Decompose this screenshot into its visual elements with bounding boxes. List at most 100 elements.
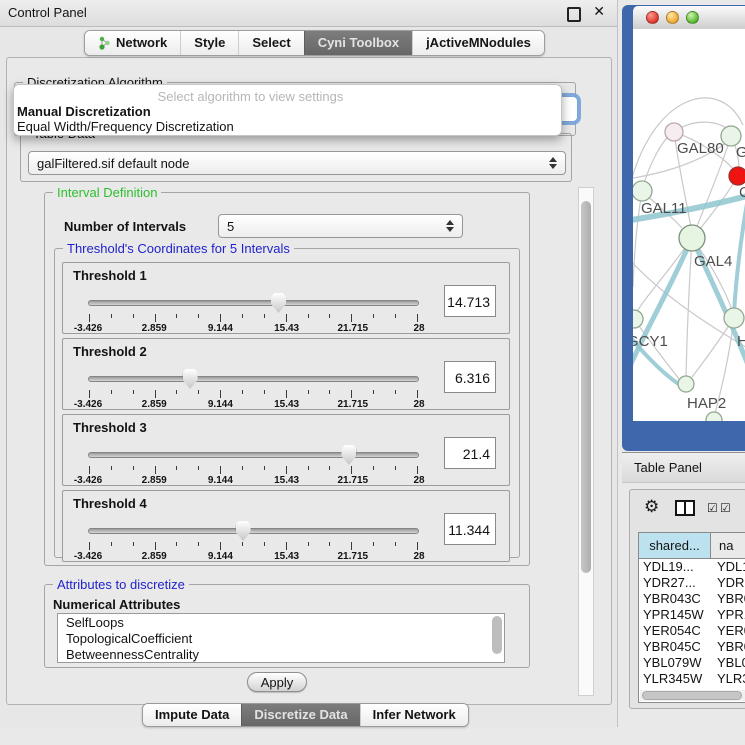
network-node[interactable] (729, 167, 745, 185)
threshold-panel: Threshold 1 -3.4262.8599.14415.4321.71528… (62, 262, 510, 334)
slider-thumb[interactable] (271, 293, 286, 313)
threshold-panel: Threshold 3-3.4262.8599.14415.4321.71528… (62, 414, 510, 486)
node-attribute-table: shared... na YDL19...YDL1YDR27...YDR2YBR… (638, 532, 745, 703)
numerical-attribute-item[interactable]: SelfLoops (66, 615, 504, 631)
network-node[interactable] (678, 376, 694, 392)
control-panel-titlebar: Control Panel ✕ (0, 0, 617, 27)
dropdown-option-equal-width[interactable]: Equal Width/Frequency Discretization (14, 119, 561, 134)
tab-jactivemnodules[interactable]: jActiveMNodules (412, 31, 544, 55)
network-node[interactable] (633, 181, 652, 201)
slider-ticks (89, 390, 418, 399)
table-row[interactable]: YLR345WYLR3 (639, 671, 745, 687)
slider-thumb[interactable] (183, 369, 198, 389)
table-panel-body: ⚙ ☑ ☑ shared... na YDL19...YDL1YDR27...Y… (629, 489, 745, 709)
node-label: GA (736, 144, 745, 161)
slider-scale-labels: -3.4262.8599.14415.4321.71528 (88, 323, 419, 335)
numerical-attribute-item[interactable]: TopologicalCoefficient (66, 631, 504, 647)
spinner-arrows-icon (446, 220, 454, 232)
dropdown-hint: Select algorithm to view settings (14, 89, 561, 104)
network-window-titlebar (633, 6, 745, 30)
tab-style[interactable]: Style (180, 31, 238, 55)
threshold-slider[interactable]: -3.4262.8599.14415.4321.71528 (88, 293, 419, 333)
node-label: HAP2 (687, 395, 726, 412)
table-row[interactable]: YBR043CYBR0 (639, 591, 745, 607)
slider-thumb[interactable] (341, 445, 356, 465)
float-icon[interactable] (567, 7, 581, 22)
list-scrollbar[interactable] (492, 616, 502, 654)
scrollbar-thumb[interactable] (642, 691, 742, 700)
slider-ticks (89, 542, 418, 551)
dropdown-option-manual[interactable]: Manual Discretization (14, 104, 561, 119)
table-row[interactable]: YER054CYER0 (639, 623, 745, 639)
node-label: GAL80 (677, 140, 724, 157)
column-header-shared-name[interactable]: shared... (639, 533, 711, 558)
tab-discretize-data[interactable]: Discretize Data (241, 704, 359, 726)
numerical-attributes-list[interactable]: SelfLoopsTopologicalCoefficientBetweenne… (57, 613, 505, 663)
scrollbar-thumb[interactable] (581, 201, 591, 573)
slider-track[interactable] (88, 452, 419, 458)
network-view-window[interactable]: GAL80GACGAL11GAL4GCY1HHAP2 (622, 5, 745, 451)
tab-select[interactable]: Select (238, 31, 303, 55)
checkbox-icon[interactable]: ☑ (707, 501, 718, 515)
slider-ticks (89, 314, 418, 323)
close-icon[interactable]: ✕ (593, 4, 605, 20)
network-node[interactable] (706, 412, 722, 421)
threshold-slider[interactable]: -3.4262.8599.14415.4321.71528 (88, 521, 419, 561)
slider-thumb[interactable] (236, 521, 251, 541)
threshold-panels: Threshold 1 -3.4262.8599.14415.4321.71528… (62, 262, 510, 566)
control-panel-window: Control Panel ✕ Network Style Select Cyn… (0, 0, 618, 727)
table-data-combobox[interactable]: galFiltered.sif default node (28, 151, 566, 175)
number-of-intervals-combobox[interactable]: 5 (218, 214, 463, 238)
network-node[interactable] (721, 126, 741, 146)
tab-cyni-toolbox[interactable]: Cyni Toolbox (304, 31, 412, 55)
group-title: Interval Definition (53, 185, 161, 200)
numerical-attribute-item[interactable]: BetweennessCentrality (66, 647, 504, 663)
node-label: GCY1 (633, 333, 668, 350)
checkbox-icon[interactable]: ☑ (720, 501, 731, 515)
bottom-tab-bar: Impute Data Discretize Data Infer Networ… (142, 703, 469, 727)
tab-infer-network[interactable]: Infer Network (360, 704, 468, 726)
network-node[interactable] (633, 310, 643, 328)
network-canvas[interactable]: GAL80GACGAL11GAL4GCY1HHAP2 (633, 29, 745, 421)
gear-icon[interactable]: ⚙ (644, 497, 659, 517)
node-label: GAL4 (694, 253, 732, 270)
slider-track[interactable] (88, 528, 419, 534)
network-node[interactable] (724, 308, 744, 328)
tab-network[interactable]: Network (85, 31, 180, 55)
slider-scale-labels: -3.4262.8599.14415.4321.71528 (88, 399, 419, 411)
node-label: C (739, 184, 745, 201)
table-row[interactable]: YPR145WYPR1 (639, 607, 745, 623)
minimize-traffic-light-icon[interactable] (666, 11, 679, 24)
tab-impute-data[interactable]: Impute Data (143, 704, 241, 726)
window-title: Control Panel (8, 0, 87, 26)
top-tab-bar: Network Style Select Cyni Toolbox jActiv… (84, 30, 545, 56)
table-header-row: shared... na (639, 533, 745, 559)
threshold-value-field[interactable]: 11.344 (444, 513, 496, 545)
close-traffic-light-icon[interactable] (646, 11, 659, 24)
threshold-value-field[interactable]: 21.4 (444, 437, 496, 469)
table-rows: YDL19...YDL1YDR27...YDR2YBR043CYBR0YPR14… (639, 559, 745, 690)
network-node[interactable] (665, 123, 683, 141)
apply-button[interactable]: Apply (247, 672, 307, 692)
network-node[interactable] (679, 225, 705, 251)
settings-vertical-scrollbar[interactable] (578, 187, 594, 696)
threshold-value-field[interactable]: 6.316 (444, 361, 496, 393)
table-row[interactable]: YBL079WYBL0 (639, 655, 745, 671)
table-row[interactable]: YDL19...YDL1 (639, 559, 745, 575)
slider-track[interactable] (88, 376, 419, 382)
table-row[interactable]: YBR045CYBR0 (639, 639, 745, 655)
table-horizontal-scrollbar[interactable] (640, 690, 745, 701)
table-row[interactable]: YDR27...YDR2 (639, 575, 745, 591)
threshold-value-field[interactable]: 14.713 (444, 285, 496, 317)
slider-track[interactable] (88, 300, 419, 306)
threshold-label: Threshold 1 (73, 268, 147, 283)
group-title: Attributes to discretize (53, 577, 189, 592)
slider-scale-labels: -3.4262.8599.14415.4321.71528 (88, 475, 419, 487)
group-title: Threshold's Coordinates for 5 Intervals (63, 241, 294, 256)
threshold-slider[interactable]: -3.4262.8599.14415.4321.71528 (88, 369, 419, 409)
column-header-name[interactable]: na (711, 533, 745, 558)
threshold-slider[interactable]: -3.4262.8599.14415.4321.71528 (88, 445, 419, 485)
column-layout-icon[interactable] (675, 500, 695, 516)
zoom-traffic-light-icon[interactable] (686, 11, 699, 24)
network-icon (98, 36, 111, 50)
